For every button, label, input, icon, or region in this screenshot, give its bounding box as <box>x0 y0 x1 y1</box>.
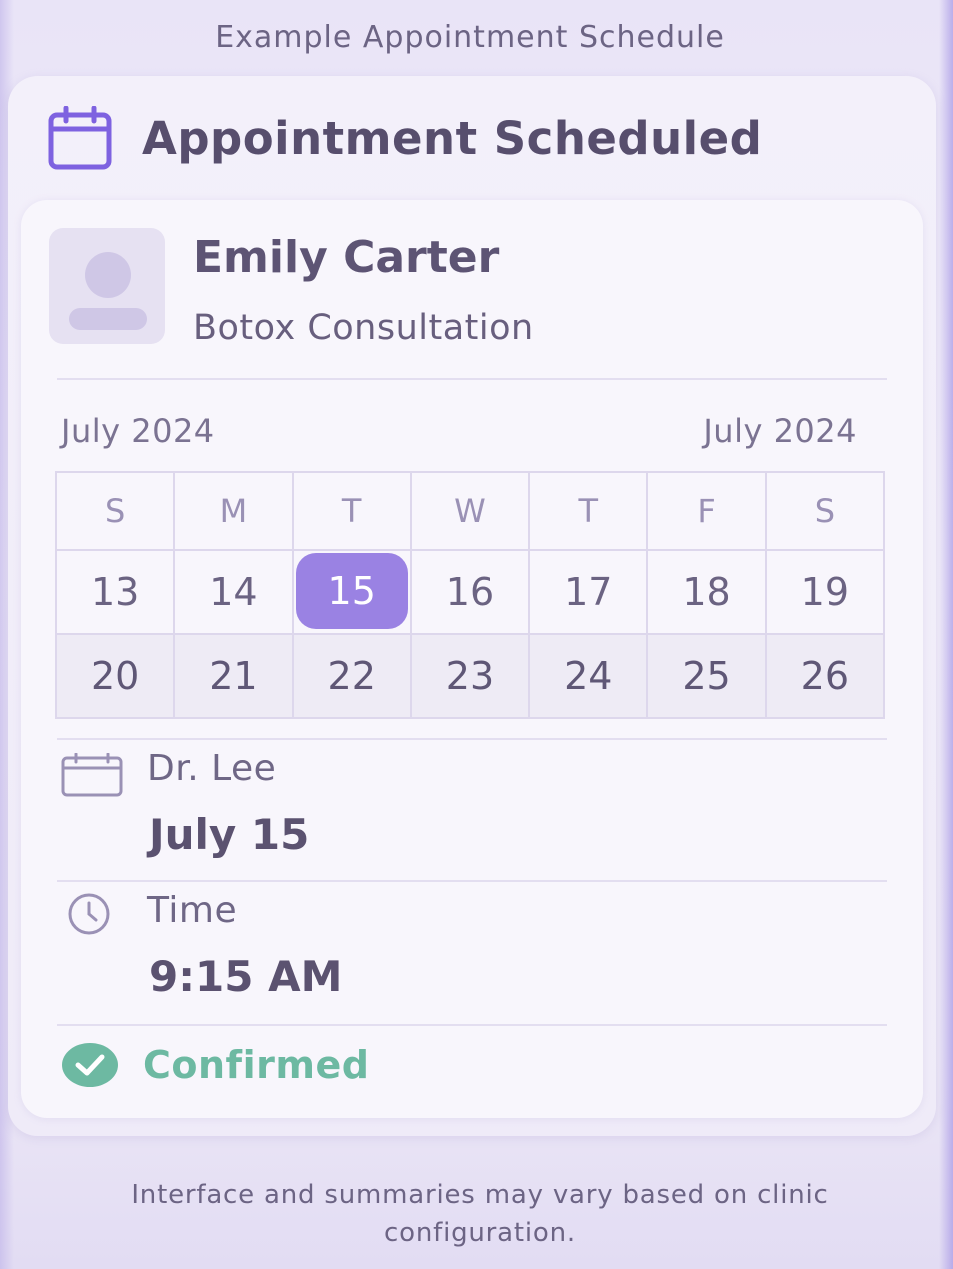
service-name: Botox Consultation <box>193 308 534 348</box>
clock-icon <box>68 893 110 935</box>
weekday-label: T <box>291 471 412 551</box>
calendar-day[interactable]: 23 <box>409 633 531 719</box>
divider <box>57 880 887 882</box>
divider <box>57 738 887 740</box>
weekday-header-row: S M T W T F S <box>54 471 886 551</box>
weekday-label: S <box>54 471 176 551</box>
calendar-month-right: July 2024 <box>703 412 857 450</box>
calendar-week-row: 13 14 15 16 17 18 19 <box>54 549 886 635</box>
weekday-label: T <box>528 471 649 551</box>
calendar-day[interactable]: 19 <box>764 549 886 635</box>
user-avatar-icon <box>49 228 165 344</box>
right-edge-glow <box>939 0 953 1269</box>
appointment-details-panel: Emily Carter Botox Consultation July 202… <box>21 200 923 1118</box>
calendar-day[interactable]: 22 <box>291 633 412 719</box>
card-title: Appointment Scheduled <box>142 111 763 165</box>
calendar-day[interactable]: 18 <box>646 549 767 635</box>
calendar-day[interactable]: 13 <box>54 549 176 635</box>
calendar-day-selected[interactable]: 15 <box>291 549 412 635</box>
calendar-day[interactable]: 26 <box>764 633 886 719</box>
calendar-icon <box>61 753 123 797</box>
calendar-day[interactable]: 25 <box>646 633 767 719</box>
weekday-label: M <box>173 471 294 551</box>
calendar-day[interactable]: 17 <box>528 549 649 635</box>
weekday-label: S <box>764 471 886 551</box>
calendar-day[interactable]: 24 <box>528 633 649 719</box>
calendar-day[interactable]: 21 <box>173 633 294 719</box>
page-caption: Example Appointment Schedule <box>215 20 725 55</box>
appointment-time: 9:15 AM <box>149 952 343 1001</box>
avatar-head <box>85 252 131 298</box>
calendar-day[interactable]: 14 <box>173 549 294 635</box>
calendar-month-left: July 2024 <box>61 412 215 450</box>
patient-name: Emily Carter <box>193 232 500 283</box>
calendar-grid: S M T W T F S 13 14 15 16 17 18 19 20 21… <box>54 471 886 719</box>
appointment-card: Appointment Scheduled Emily Carter Botox… <box>8 76 936 1136</box>
calendar-icon <box>48 106 112 170</box>
avatar-shoulders <box>69 308 147 330</box>
appointment-date: July 15 <box>149 810 310 859</box>
calendar-day[interactable]: 16 <box>409 549 531 635</box>
status-badge: Confirmed <box>143 1043 370 1087</box>
divider <box>57 378 887 380</box>
card-header: Appointment Scheduled <box>48 106 762 170</box>
selected-day-pill: 15 <box>295 553 408 629</box>
divider <box>57 1024 887 1026</box>
weekday-label: F <box>646 471 767 551</box>
footer-disclaimer: Interface and summaries may vary based o… <box>131 1180 829 1248</box>
calendar-day[interactable]: 20 <box>54 633 176 719</box>
calendar-week-row: 20 21 22 23 24 25 26 <box>54 633 886 719</box>
weekday-label: W <box>409 471 531 551</box>
time-label: Time <box>147 890 238 931</box>
provider-label: Dr. Lee <box>147 748 277 789</box>
check-circle-icon <box>62 1043 118 1087</box>
status-row: Confirmed <box>61 1040 369 1090</box>
